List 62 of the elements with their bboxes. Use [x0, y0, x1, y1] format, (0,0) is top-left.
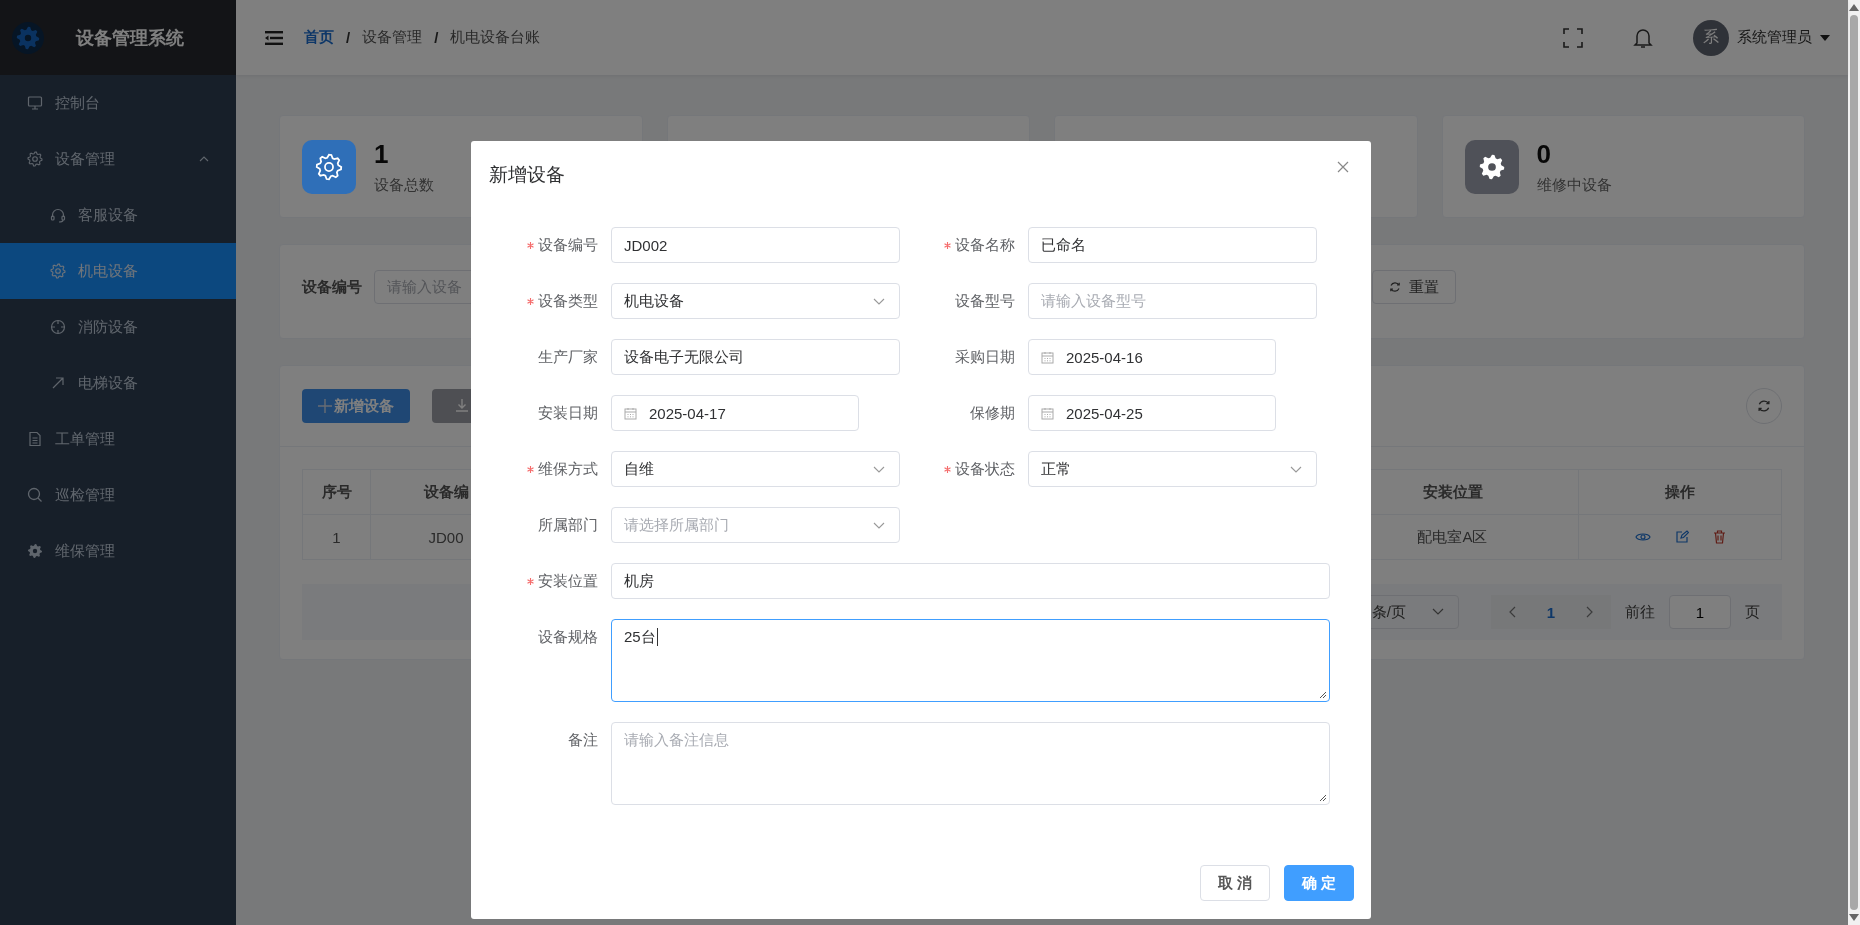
field-label: 设备编号 — [538, 235, 598, 255]
sidebar-item[interactable]: 消防设备 — [0, 299, 236, 355]
field-label: 安装位置 — [538, 571, 598, 591]
breadcrumb-item: 设备管理 — [362, 28, 423, 47]
goto-label: 前往 — [1625, 602, 1655, 622]
stat-value: 1 — [374, 138, 390, 170]
input-field[interactable]: 已命名 — [1028, 227, 1317, 263]
confirm-button[interactable]: 确 定 — [1283, 865, 1354, 901]
field-label: 采购日期 — [955, 347, 1015, 367]
field-label: 备注 — [568, 730, 598, 750]
sidebar-item[interactable]: 客服设备 — [0, 187, 236, 243]
field-label: 维保方式 — [538, 459, 598, 479]
breadcrumb-separator: / — [346, 29, 351, 46]
field-label: 设备规格 — [538, 627, 598, 647]
select-field[interactable]: 自维 — [611, 451, 900, 487]
field-label: 所属部门 — [538, 515, 598, 535]
sidebar-item[interactable]: 巡检管理 — [0, 467, 236, 523]
field-label: 安装日期 — [538, 403, 598, 423]
page-number[interactable]: 1 — [1546, 603, 1555, 621]
sidebar-item[interactable]: 设备管理 — [0, 131, 236, 187]
table-cell: 1 — [303, 515, 371, 560]
page-input[interactable]: 1 — [1669, 595, 1731, 629]
date-field[interactable]: 2025-04-16 — [1028, 339, 1276, 375]
sidebar-item[interactable]: 控制台 — [0, 75, 236, 131]
user-avatar[interactable]: 系 — [1693, 19, 1729, 56]
field-label: 保修期 — [970, 403, 1015, 423]
reset-button[interactable]: 重置 — [1372, 270, 1456, 304]
field-label: 生产厂家 — [538, 347, 598, 367]
field-label: 设备型号 — [955, 291, 1015, 311]
select-field[interactable]: 机电设备 — [611, 283, 900, 319]
add-device-button[interactable]: 新增设备 — [302, 389, 410, 423]
cancel-button[interactable]: 取 消 — [1199, 865, 1270, 901]
date-field[interactable]: 2025-04-25 — [1028, 395, 1276, 431]
stat-label: 设备总数 — [374, 175, 434, 195]
filter-label: 设备编号 — [302, 277, 362, 297]
input-field[interactable]: 设备电子无限公司 — [611, 339, 900, 375]
sidebar-item[interactable]: 工单管理 — [0, 411, 236, 467]
field-label: 设备名称 — [955, 235, 1015, 255]
stat-label: 维修中设备 — [1536, 175, 1612, 195]
date-field[interactable]: 2025-04-17 — [611, 395, 859, 431]
breadcrumb-link[interactable]: 首页 — [304, 28, 334, 47]
select-field[interactable]: 请选择所属部门 — [611, 507, 900, 543]
breadcrumb-item: 机电设备台账 — [450, 28, 541, 47]
field-label: 设备状态 — [955, 459, 1015, 479]
sidebar-item[interactable]: 维保管理 — [0, 523, 236, 579]
sidebar-item[interactable]: 电梯设备 — [0, 355, 236, 411]
input-field[interactable]: 机房 — [611, 563, 1330, 599]
column-header: 序号 — [303, 469, 371, 515]
column-header: 操作 — [1579, 469, 1782, 515]
dialog-title: 新增设备 — [489, 163, 565, 187]
app-title: 设备管理系统 — [76, 26, 184, 50]
stat-value: 0 — [1536, 138, 1552, 170]
text-area[interactable]: 25台 — [611, 619, 1330, 702]
field-label: 设备类型 — [538, 291, 598, 311]
sidebar-item[interactable]: 机电设备 — [0, 243, 236, 299]
page-unit: 页 — [1745, 602, 1760, 622]
text-area[interactable]: 请输入备注信息 — [611, 722, 1330, 805]
select-field[interactable]: 正常 — [1028, 451, 1317, 487]
user-name[interactable]: 系统管理员 — [1737, 28, 1812, 47]
breadcrumb-separator: / — [434, 29, 439, 46]
input-field[interactable]: JD002 — [611, 227, 900, 263]
input-field[interactable]: 请输入设备型号 — [1028, 283, 1317, 319]
